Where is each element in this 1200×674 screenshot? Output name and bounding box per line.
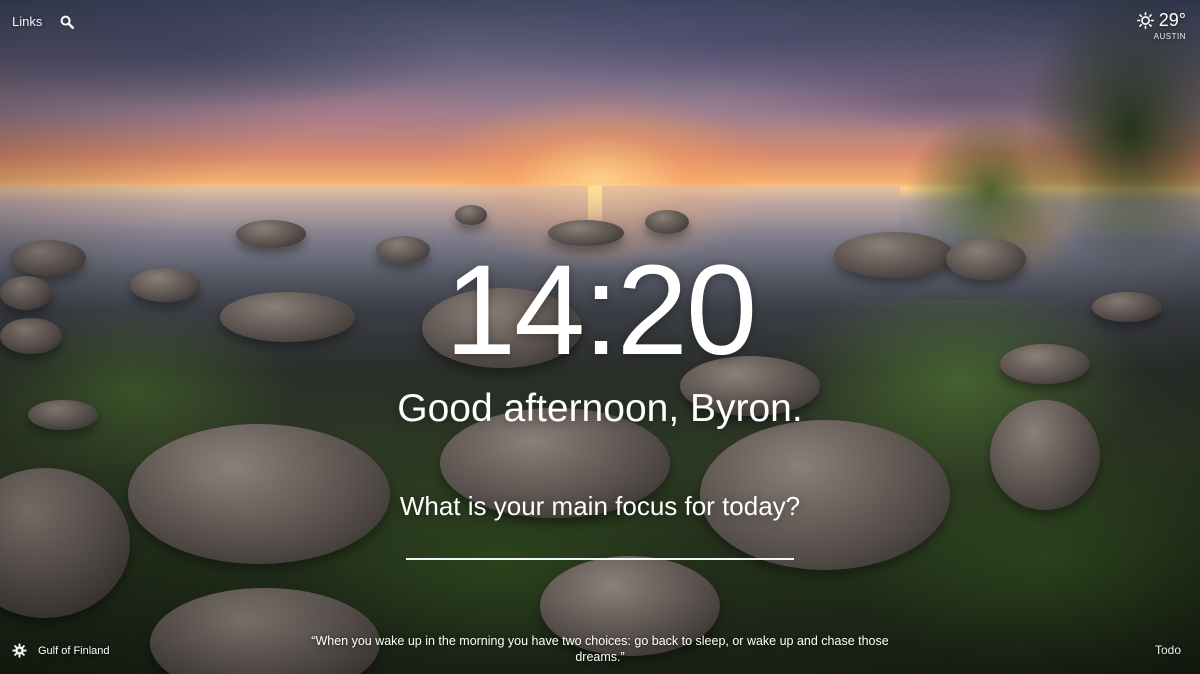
top-left-bar: Links [12, 14, 75, 29]
quote-text: “When you wake up in the morning you hav… [311, 634, 889, 664]
weather-row: 29° [1136, 10, 1186, 31]
focus-input[interactable] [406, 528, 794, 560]
bottom-left-bar: Gulf of Finland [12, 643, 110, 658]
gear-icon[interactable] [12, 643, 27, 658]
links-button[interactable]: Links [12, 14, 42, 29]
search-icon[interactable] [60, 15, 75, 29]
focus-question: What is your main focus for today? [399, 491, 801, 521]
weather-city: AUSTIN [1153, 32, 1186, 41]
greeting-text: Good afternoon, Byron. [397, 387, 803, 430]
photo-location-label[interactable]: Gulf of Finland [38, 645, 110, 657]
weather-temperature: 29° [1158, 10, 1186, 30]
clock-time: 14:20 [444, 239, 757, 382]
dashboard-root: Links 29° AUSTIN 14:20 Good afternoon, B… [0, 0, 1200, 674]
sun-icon [1136, 12, 1154, 30]
weather-widget[interactable]: 29° AUSTIN [1136, 10, 1186, 41]
todo-button[interactable]: Todo [1155, 643, 1181, 657]
